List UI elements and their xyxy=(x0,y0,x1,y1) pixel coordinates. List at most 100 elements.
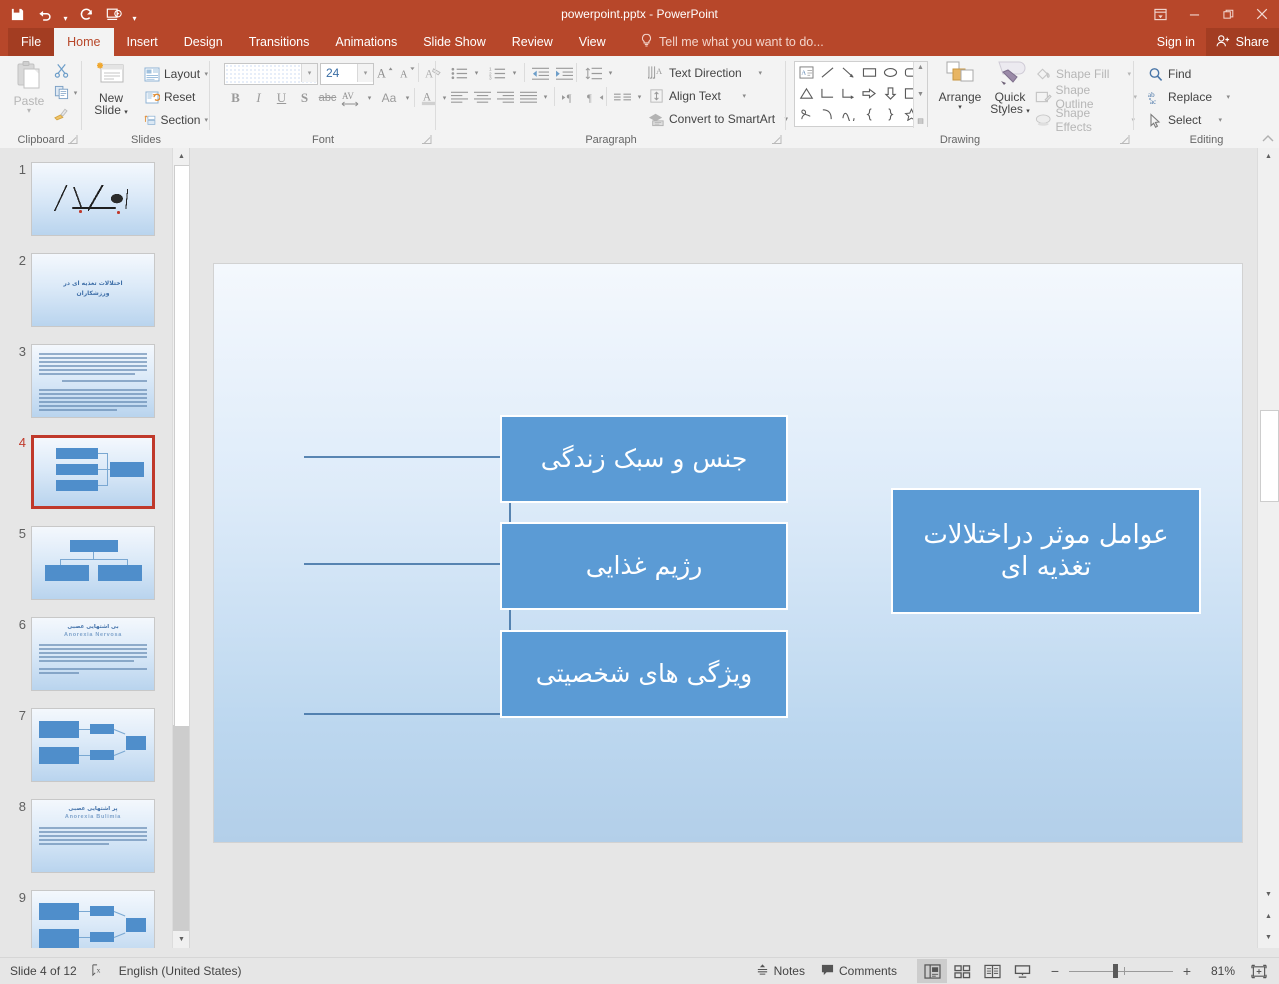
tell-me-search[interactable]: Tell me what you want to do... xyxy=(640,28,824,56)
previous-slide-button[interactable]: ▲ xyxy=(1258,908,1279,925)
tab-file[interactable]: File xyxy=(8,28,55,56)
format-painter-button[interactable] xyxy=(48,104,74,125)
underline-button[interactable]: U xyxy=(270,87,293,109)
thumbnail-scroll-up-button[interactable]: ▲ xyxy=(173,148,190,165)
shape-textbox-icon[interactable]: A xyxy=(796,63,817,83)
smartart-node-child-2[interactable]: رژیم غذایی xyxy=(502,524,786,608)
shape-right-brace-icon[interactable] xyxy=(880,105,901,125)
smartart-node-child-3[interactable]: ویژگی های شخصیتی xyxy=(502,632,786,716)
numbering-caret-icon[interactable]: ▾ xyxy=(509,62,520,84)
restore-icon[interactable] xyxy=(1211,0,1245,28)
align-right-button[interactable] xyxy=(494,86,517,108)
shape-oval-icon[interactable] xyxy=(880,63,901,83)
font-name-caret-icon[interactable]: ▾ xyxy=(301,64,317,82)
tab-insert[interactable]: Insert xyxy=(114,28,171,56)
shape-down-arrow-icon[interactable] xyxy=(880,84,901,104)
font-dialog-launcher[interactable] xyxy=(421,134,432,145)
thumbnail-scroll-track[interactable] xyxy=(173,725,190,931)
thumbnail-scrollbar[interactable]: ▲ ▼ xyxy=(172,148,191,948)
close-icon[interactable] xyxy=(1245,0,1279,28)
tab-view[interactable]: View xyxy=(566,28,619,56)
shape-line-icon[interactable] xyxy=(817,63,838,83)
gallery-scroll-down-icon[interactable]: ▼ xyxy=(917,91,924,99)
shape-arc-icon[interactable] xyxy=(838,105,859,125)
share-button[interactable]: Share xyxy=(1205,28,1279,56)
replace-caret-icon[interactable]: ▾ xyxy=(1226,93,1236,101)
slide-sorter-view-button[interactable] xyxy=(947,959,977,983)
convert-to-smartart-button[interactable]: Convert to SmartArt ▾ xyxy=(644,107,792,131)
thumbnail-preview[interactable]: اختلالات تغذیه ای در ورزشکاران xyxy=(31,253,155,327)
tab-design[interactable]: Design xyxy=(171,28,236,56)
thumbnail-preview[interactable] xyxy=(31,708,155,782)
minimize-icon[interactable] xyxy=(1177,0,1211,28)
shape-scribble-icon[interactable] xyxy=(796,105,817,125)
zoom-out-button[interactable]: − xyxy=(1047,961,1063,981)
section-caret-icon[interactable]: ▾ xyxy=(204,116,208,124)
smartart-node-root[interactable]: عوامل موثر دراختلالات تغذیه ای xyxy=(893,490,1199,612)
bullets-button[interactable] xyxy=(448,62,471,84)
shape-elbow-connector-icon[interactable] xyxy=(817,84,838,104)
shape-effects-button[interactable]: Shape Effects ▾ xyxy=(1031,106,1139,134)
copy-dropdown-icon[interactable]: ▾ xyxy=(70,82,81,103)
shape-fill-caret-icon[interactable]: ▾ xyxy=(1127,70,1131,78)
gallery-more-icon[interactable]: ▤ xyxy=(917,118,924,126)
ribbon-display-options-icon[interactable] xyxy=(1143,0,1177,28)
new-slide-button[interactable]: New Slide ▾ xyxy=(88,60,134,126)
section-button[interactable]: Section ▾ xyxy=(140,108,212,132)
gallery-scroll-up-icon[interactable]: ▲ xyxy=(917,64,924,72)
start-from-beginning-icon[interactable] xyxy=(101,2,127,26)
decrease-indent-button[interactable] xyxy=(529,62,552,84)
thumbnail-preview[interactable] xyxy=(31,435,155,509)
increase-indent-button[interactable] xyxy=(553,62,576,84)
thumbnail-slide-6[interactable]: 6 بی اشتهایی عصبی Anorexia Nervosa xyxy=(0,617,172,708)
justify-caret-icon[interactable]: ▾ xyxy=(540,86,551,108)
quick-styles-button[interactable]: Quick Styles ▾ xyxy=(986,60,1034,126)
layout-button[interactable]: Layout ▾ xyxy=(140,62,212,86)
customize-qat-icon[interactable]: ▾ xyxy=(129,0,140,29)
slide-scroll-down-button[interactable]: ▼ xyxy=(1258,886,1279,903)
thumbnail-slide-1[interactable]: 1 xyxy=(0,162,172,253)
line-spacing-caret-icon[interactable]: ▾ xyxy=(605,62,616,84)
tab-review[interactable]: Review xyxy=(499,28,566,56)
align-text-caret-icon[interactable]: ▾ xyxy=(742,92,746,100)
shape-left-brace-icon[interactable] xyxy=(859,105,880,125)
ltr-direction-button[interactable]: ¶ xyxy=(559,86,582,108)
shape-triangle-icon[interactable] xyxy=(796,84,817,104)
arrange-button[interactable]: Arrange ▾ xyxy=(936,60,984,126)
reset-button[interactable]: Reset xyxy=(140,85,212,109)
fit-to-window-button[interactable] xyxy=(1247,960,1271,982)
zoom-in-button[interactable]: + xyxy=(1179,961,1195,981)
thumbnail-slide-5[interactable]: 5 xyxy=(0,526,172,617)
sign-in-button[interactable]: Sign in xyxy=(1157,28,1195,56)
next-slide-button[interactable]: ▼ xyxy=(1258,929,1279,946)
cut-button[interactable] xyxy=(48,60,74,81)
thumbnail-preview[interactable] xyxy=(31,344,155,418)
select-button[interactable]: Select ▾ xyxy=(1144,108,1226,132)
select-caret-icon[interactable]: ▾ xyxy=(1218,116,1222,124)
drawing-dialog-launcher[interactable] xyxy=(1119,134,1130,145)
find-button[interactable]: Find xyxy=(1144,62,1222,86)
character-spacing-button[interactable]: AV xyxy=(338,87,364,109)
text-direction-caret-icon[interactable]: ▾ xyxy=(758,69,762,77)
tab-slide-show[interactable]: Slide Show xyxy=(410,28,499,56)
thumbnail-slide-2[interactable]: 2 اختلالات تغذیه ای در ورزشکاران xyxy=(0,253,172,344)
paste-button[interactable]: Paste ▾ xyxy=(6,60,52,126)
clipboard-dialog-launcher[interactable] xyxy=(67,134,78,145)
numbering-button[interactable]: 123 xyxy=(486,62,509,84)
smartart-node-child-1[interactable]: جنس و سبک زندگی xyxy=(502,417,786,501)
zoom-percentage[interactable]: 81% xyxy=(1201,964,1235,978)
thumbnail-preview[interactable] xyxy=(31,526,155,600)
layout-caret-icon[interactable]: ▾ xyxy=(204,70,208,78)
text-shadow-button[interactable]: S xyxy=(293,87,316,109)
thumbnail-slide-9[interactable]: 9 xyxy=(0,890,172,948)
change-case-button[interactable]: Aa xyxy=(376,87,402,109)
increase-font-size-button[interactable]: A xyxy=(374,62,397,84)
shape-rectangle-icon[interactable] xyxy=(859,63,880,83)
thumbnail-slide-8[interactable]: 8 پر اشتهایی عصبی Anorexia Bulimia xyxy=(0,799,172,890)
character-spacing-caret-icon[interactable]: ▾ xyxy=(364,87,375,109)
text-direction-button[interactable]: A Text Direction ▾ xyxy=(644,61,766,85)
language-indicator[interactable]: English (United States) xyxy=(119,964,242,978)
bullets-caret-icon[interactable]: ▾ xyxy=(471,62,482,84)
slide-vertical-scrollbar[interactable]: ▲ ▼ ▲ ▼ xyxy=(1257,148,1279,948)
replace-button[interactable]: ab ac Replace ▾ xyxy=(1144,85,1240,109)
